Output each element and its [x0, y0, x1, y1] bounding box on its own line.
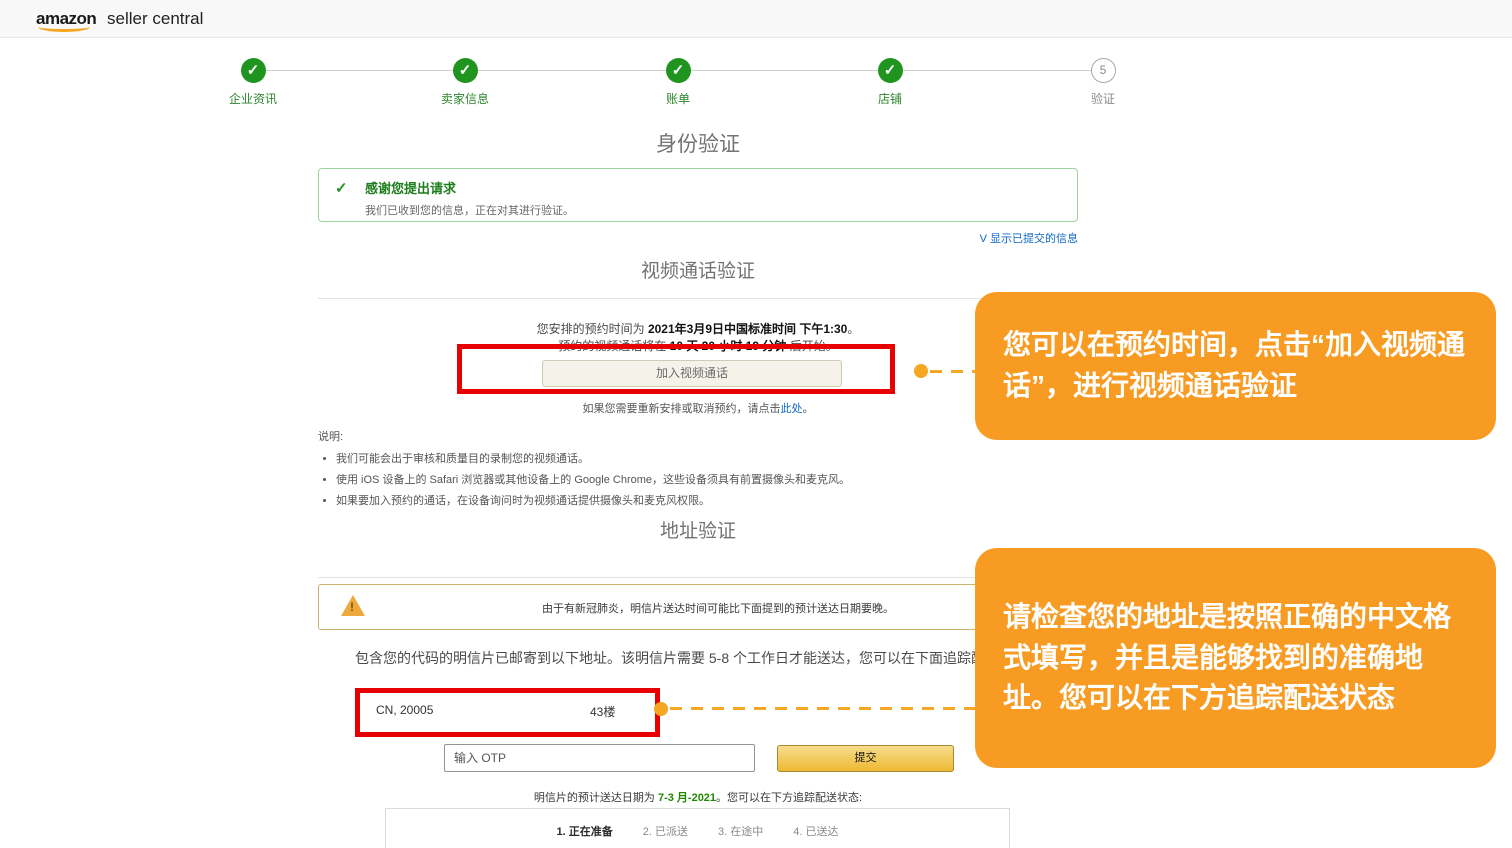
- appointment-time-line: 您安排的预约时间为 2021年3月9日中国标准时间 下午1:30。: [318, 320, 1078, 337]
- connector-dashed-line: [670, 707, 986, 710]
- note-item: 如果要加入预约的通话，在设备询问时为视频通话提供摄像头和麦克风权限。: [336, 492, 1038, 508]
- reschedule-here-link[interactable]: 此处: [781, 403, 803, 415]
- step-done-check-icon: ✓: [453, 58, 478, 83]
- step-done-check-icon: ✓: [241, 58, 266, 83]
- step-label: 卖家信息: [395, 90, 535, 107]
- video-call-notes: 说明: 我们可能会出于审核和质量目的录制您的视频通话。 使用 iOS 设备上的 …: [318, 428, 1038, 508]
- step-billing[interactable]: ✓ 账单: [608, 58, 748, 107]
- submit-button[interactable]: 提交: [777, 745, 954, 772]
- notes-title: 说明:: [318, 428, 1038, 444]
- tracking-step-dispatched: 2. 已派送: [643, 823, 688, 839]
- step-business-info[interactable]: ✓ 企业资讯: [183, 58, 323, 107]
- step-label: 企业资讯: [183, 90, 323, 107]
- section-divider: [318, 298, 1078, 299]
- note-item: 我们可能会出于审核和质量目的录制您的视频通话。: [336, 450, 1038, 466]
- show-submitted-info-link[interactable]: V 显示已提交的信息: [318, 230, 1078, 246]
- seller-central-logo-text: seller central: [107, 9, 203, 28]
- step-done-check-icon: ✓: [878, 58, 903, 83]
- step-label: 账单: [608, 90, 748, 107]
- step-store[interactable]: ✓ 店铺: [820, 58, 960, 107]
- tracking-step-preparing: 1. 正在准备: [557, 823, 613, 839]
- step-verification[interactable]: 5 验证: [1033, 58, 1173, 107]
- address-annotation-callout: 请检查您的地址是按照正确的中文格式填写，并且是能够找到的准确地址。您可以在下方追…: [975, 548, 1496, 768]
- video-call-section-title: 视频通话验证: [318, 256, 1078, 283]
- tracking-step-delivered: 4. 已送达: [793, 823, 838, 839]
- estimated-delivery-line: 明信片的预计送达日期为 7-3 月-2021。您可以在下方追踪配送状态:: [318, 789, 1078, 805]
- alert-title: 感谢您提出请求: [365, 178, 1065, 197]
- appointment-prefix: 您安排的预约时间为: [537, 322, 648, 336]
- address-highlight-box: [355, 688, 660, 737]
- delivery-tracking-box: 1. 正在准备 2. 已派送 3. 在途中 4. 已送达: [385, 808, 1010, 848]
- reschedule-suffix: 。: [803, 403, 814, 415]
- reschedule-line: 如果您需要重新安排或取消预约，请点击此处。: [318, 400, 1078, 416]
- delivery-suffix: 。您可以在下方追踪配送状态:: [716, 792, 862, 804]
- appointment-datetime: 2021年3月9日中国标准时间 下午1:30: [648, 322, 847, 336]
- connector-dot: [914, 364, 928, 378]
- request-received-alert: ✓ 感谢您提出请求 我们已收到您的信息，正在对其进行验证。: [318, 168, 1078, 222]
- page: amazon seller central ✓ 企业资讯 ✓ 卖家信息 ✓ 账单…: [0, 0, 1512, 848]
- delivery-date: 7-3 月-2021: [658, 792, 716, 804]
- delivery-prefix: 明信片的预计送达日期为: [534, 792, 658, 804]
- address-section-title: 地址验证: [318, 516, 1078, 543]
- video-call-annotation-callout: 您可以在预约时间，点击“加入视频通话”，进行视频通话验证: [975, 292, 1496, 440]
- page-title: 身份验证: [318, 128, 1078, 158]
- amazon-seller-central-logo[interactable]: amazon seller central: [36, 9, 203, 29]
- step-label: 验证: [1033, 90, 1173, 107]
- step-label: 店铺: [820, 90, 960, 107]
- connector-dashed-line: [930, 370, 976, 373]
- postcard-info-text: 包含您的代码的明信片已邮寄到以下地址。该明信片需要 5-8 个工作日才能送达，您…: [318, 648, 1078, 668]
- section-divider: [318, 577, 1078, 578]
- otp-input[interactable]: [444, 744, 755, 772]
- step-number-circle: 5: [1091, 58, 1116, 83]
- reschedule-prefix: 如果您需要重新安排或取消预约，请点击: [583, 403, 781, 415]
- warning-text: 由于有新冠肺炎，明信片送达时间可能比下面提到的预计送达日期要晚。: [379, 600, 1057, 616]
- success-check-icon: ✓: [335, 179, 348, 197]
- warning-triangle-icon: [341, 595, 365, 616]
- alert-body: 我们已收到您的信息，正在对其进行验证。: [365, 202, 1065, 218]
- connector-dot: [654, 702, 668, 716]
- appointment-suffix: 。: [847, 322, 859, 336]
- join-button-highlight-box: [457, 344, 895, 394]
- top-header-bar: amazon seller central: [0, 0, 1512, 38]
- amazon-smile-icon: [38, 22, 90, 32]
- note-item: 使用 iOS 设备上的 Safari 浏览器或其他设备上的 Google Chr…: [336, 471, 1038, 487]
- step-seller-info[interactable]: ✓ 卖家信息: [395, 58, 535, 107]
- step-done-check-icon: ✓: [666, 58, 691, 83]
- covid-warning-alert: 由于有新冠肺炎，明信片送达时间可能比下面提到的预计送达日期要晚。: [318, 584, 1078, 630]
- tracking-step-in-transit: 3. 在途中: [718, 823, 763, 839]
